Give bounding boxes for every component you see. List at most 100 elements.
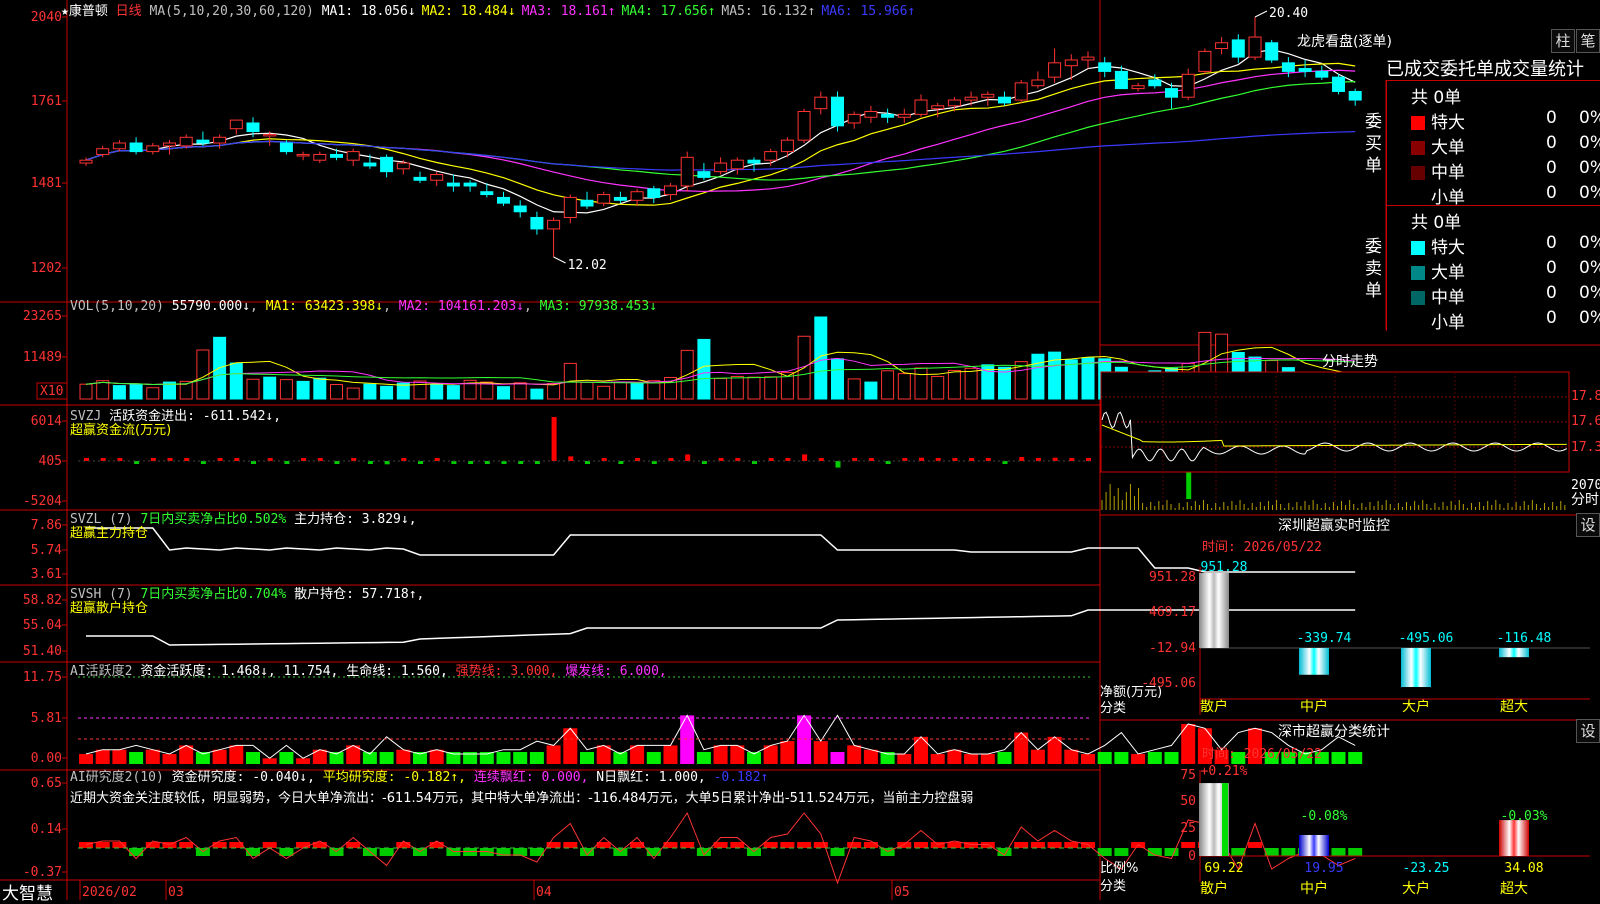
- ai-life: 生命线: 1.560,: [346, 664, 448, 679]
- candle-body: [296, 153, 310, 157]
- candle-body: [1348, 90, 1362, 101]
- volume-bar: [747, 376, 761, 400]
- svsh-tick: 55.04: [23, 618, 62, 633]
- date-label: 05: [894, 885, 910, 900]
- candle-body: [831, 96, 844, 127]
- ai-research-bar: [847, 842, 862, 848]
- svzj-tick: 405: [39, 454, 62, 469]
- candle-body: [613, 196, 627, 201]
- price-tick: 1481: [31, 176, 62, 191]
- ai-research-bar: [1114, 848, 1129, 856]
- svzj-tick: 6014: [31, 414, 62, 429]
- sz-realtime-settings-button[interactable]: 设: [1576, 513, 1600, 537]
- ai-active-bar: [780, 741, 795, 764]
- candle-body: [380, 156, 394, 173]
- svzl-hold: 主力持仓: 3.829↓,: [294, 512, 417, 527]
- ai-active-bar: [663, 745, 678, 764]
- candle-body: [463, 182, 477, 187]
- ma-item-5: MA5: 16.132↑: [721, 4, 816, 19]
- order-type: 特大: [1431, 238, 1465, 258]
- candle-body: [664, 185, 677, 196]
- order-type: 小单: [1431, 313, 1465, 333]
- volume-bar: [831, 358, 844, 400]
- candle-body: [864, 111, 878, 118]
- volume-bar: [263, 376, 277, 400]
- candle-body: [1165, 88, 1178, 98]
- side-label: 委买单: [1365, 112, 1382, 176]
- order-pct: 0%: [1579, 133, 1600, 153]
- volume-bar: [346, 387, 360, 400]
- sz-category-settings-button[interactable]: 设: [1576, 719, 1600, 743]
- ai-active-bar: [914, 736, 928, 764]
- volume-bar: [764, 376, 778, 400]
- ai-research-bar: [763, 842, 778, 848]
- ai-research-bar: [914, 842, 928, 848]
- candle-body: [1098, 62, 1112, 72]
- tab-orders[interactable]: 委托单: [1440, 59, 1494, 80]
- candle-body: [1048, 62, 1062, 78]
- ai-active-bar: [296, 758, 311, 764]
- ai-active-bar: [580, 752, 594, 764]
- order-row: 小单 0 0%: [1411, 308, 1600, 333]
- app-name[interactable]: 大智慧: [2, 879, 53, 904]
- sz-category-change: -0.08%: [1301, 809, 1348, 824]
- ai-active-bar: [1097, 752, 1112, 764]
- candle-body: [580, 199, 594, 207]
- sz-category-bar: [1499, 820, 1529, 856]
- order-row: 中单 0 0%: [1411, 158, 1600, 183]
- candle-body: [396, 162, 410, 170]
- ai-active-bar: [1147, 752, 1162, 764]
- ai-active-bar: [964, 753, 979, 764]
- volume-bar: [814, 316, 828, 400]
- vol-tick: 23265: [23, 309, 62, 324]
- volume-bar: [229, 362, 243, 400]
- intraday-tick: 17.63: [1571, 414, 1600, 429]
- volume-bar: [881, 370, 895, 400]
- tab-volume-stats[interactable]: 成交量统计: [1494, 59, 1584, 80]
- sz-category-title: 深市超赢分类统计: [1278, 724, 1390, 740]
- ai-active-tick: 5.81: [31, 711, 62, 726]
- sz-realtime-bar-label: -116.48: [1497, 631, 1552, 646]
- ai-active-bar: [897, 753, 912, 764]
- ai-research-bar: [179, 842, 194, 848]
- stock-name[interactable]: 康普顿: [69, 4, 108, 19]
- tab-filled[interactable]: 已成交: [1386, 59, 1440, 80]
- order-type: 中单: [1431, 163, 1465, 183]
- ai-research-text: 近期大资金关注度较低，明显弱势，今日大单净流出：-611.54万元，其中特大单净…: [70, 791, 974, 806]
- order-type: 大单: [1431, 263, 1465, 283]
- volume-bar: [897, 373, 911, 400]
- candle-body: [480, 191, 494, 196]
- candle-body: [897, 113, 911, 118]
- volume-bar: [730, 375, 744, 400]
- candle-body: [730, 159, 744, 170]
- ai-active-bar: [980, 753, 995, 764]
- main-chart-area[interactable]: 2040 1761 1481 1202 23265 11489 X10 6014 405 -520…: [0, 0, 1600, 900]
- price-tick: 1202: [31, 261, 62, 276]
- ai-active-v2: 11.754,: [283, 664, 339, 679]
- date-label: 03: [168, 885, 184, 900]
- color-swatch: [1411, 291, 1425, 305]
- candle-body: [229, 119, 243, 130]
- candle-body: [1215, 42, 1229, 50]
- bar-mode-button[interactable]: 柱: [1551, 29, 1575, 53]
- vol-value: 55790.000↓: [171, 299, 251, 314]
- svzl-tick: 3.61: [31, 567, 62, 582]
- ai-active-bar: [529, 752, 544, 764]
- svsh-subtitle: 超赢散户持仓: [70, 601, 149, 616]
- sz-realtime-category: 大户: [1402, 698, 1430, 715]
- ma-values: MA1: 18.056↓ MA2: 18.484↓ MA3: 18.161↑ MA4:…: [322, 4, 922, 19]
- ai-active-header: AI活跃度2 资金活跃度: 1.468↓, 11.754, 生命线: 1.560…: [70, 660, 667, 679]
- sz-realtime-time: 时间: 2026/05/22: [1202, 540, 1322, 555]
- order-count: 0: [1546, 308, 1557, 328]
- candle-body: [146, 145, 160, 153]
- tick-mode-button[interactable]: 笔: [1576, 29, 1600, 53]
- volume-bar: [480, 381, 494, 400]
- sz-category-bar: [1299, 834, 1329, 856]
- price-header: ★康普顿 日线 MA(5,10,20,30,60,120) MA1: 18.05…: [61, 0, 921, 19]
- sz-category-value: -23.25: [1403, 861, 1450, 876]
- period-label[interactable]: 日线: [116, 4, 142, 19]
- ma-item-3: MA3: 18.161↑: [521, 4, 616, 19]
- sz-category-value: 69.22: [1204, 861, 1243, 876]
- ai-active-bar: [1064, 749, 1079, 764]
- volume-bar: [714, 378, 728, 400]
